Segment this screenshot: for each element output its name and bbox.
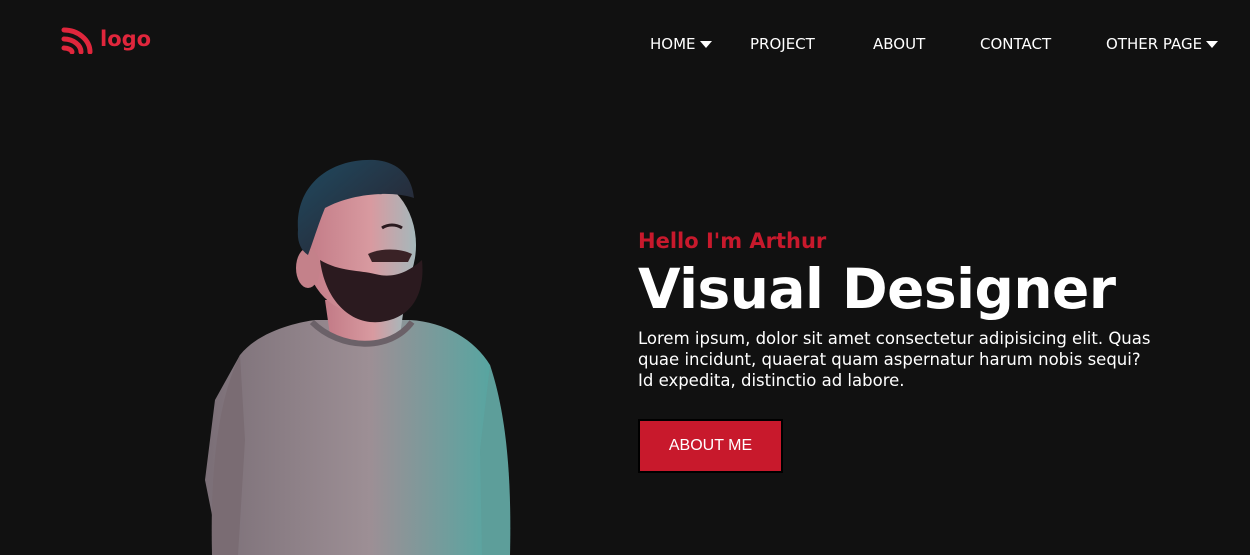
hero-description: Lorem ipsum, dolor sit amet consectetur …: [638, 329, 1151, 390]
nav-item-label: OTHER PAGE: [1106, 35, 1203, 53]
nav-item-label: CONTACT: [980, 35, 1052, 53]
hero-title: Visual Designer: [638, 257, 1116, 321]
nav-item-label: HOME: [650, 35, 696, 53]
nav-item-label: PROJECT: [750, 35, 815, 53]
portrait-image: [205, 159, 511, 555]
nav-item-other-page[interactable]: OTHER PAGE: [1106, 31, 1219, 57]
nav-item-home[interactable]: HOME: [650, 31, 712, 57]
main-nav: HOME PROJECT ABOUT CONTACT OTHER PAGE: [0, 31, 1250, 57]
nav-item-contact[interactable]: CONTACT: [980, 31, 1051, 57]
caret-down-icon: [1206, 40, 1219, 48]
page: logo HOME PROJECT ABOUT CONTACT OTHER PA…: [0, 0, 1250, 555]
caret-down-icon: [699, 40, 712, 48]
nav-item-about[interactable]: ABOUT: [873, 31, 925, 57]
nav-item-project[interactable]: PROJECT: [750, 31, 815, 57]
hero-greeting: Hello I'm Arthur: [638, 229, 827, 253]
hero-section: Hello I'm Arthur Visual Designer Lorem i…: [638, 226, 1198, 391]
nav-item-label: ABOUT: [873, 35, 926, 53]
about-me-button[interactable]: ABOUT ME: [638, 419, 783, 473]
